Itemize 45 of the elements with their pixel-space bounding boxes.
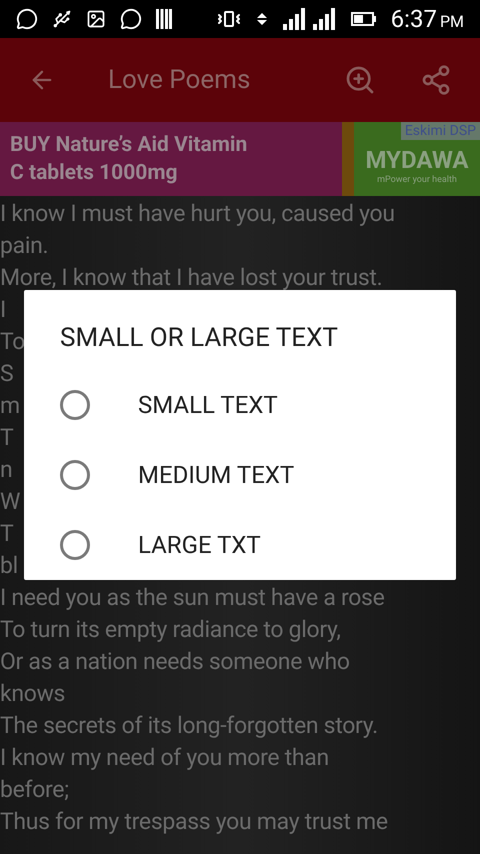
poem-line: n — [0, 455, 12, 485]
radio-button[interactable] — [60, 460, 90, 490]
ad-headline: BUY Nature’s Aid Vitamin — [10, 132, 248, 159]
text-size-option[interactable]: MEDIUM TEXT — [60, 440, 420, 510]
data-arrows-icon — [254, 11, 269, 27]
poem-line: pain. — [0, 231, 48, 261]
battery-icon — [350, 12, 377, 26]
radio-button[interactable] — [60, 530, 90, 560]
toolbar-title: Love Poems — [108, 64, 250, 96]
chat-icon — [120, 8, 142, 30]
poem-line: S — [0, 359, 14, 389]
poem-line: More, I know that I have lost your trust. — [0, 263, 382, 293]
poem-line: Or as a nation needs someone who — [0, 647, 350, 677]
share-button[interactable] — [420, 64, 452, 96]
poem-line: To — [0, 327, 26, 357]
chat-icon — [16, 8, 38, 30]
poem-line: bl — [0, 551, 18, 581]
poem-line: before; — [0, 775, 69, 805]
signal-icon — [282, 8, 307, 30]
poem-line: I know I must have hurt you, caused you — [0, 199, 395, 229]
poem-line: T — [0, 423, 14, 453]
poem-line: Thus for my trespass you may trust me — [0, 807, 388, 837]
usb-icon — [52, 9, 72, 29]
poem-line: I need you as the sun must have a rose — [0, 583, 385, 613]
zoom-in-button[interactable] — [344, 64, 376, 96]
image-icon — [86, 9, 106, 29]
ad-headline: C tablets 1000mg — [10, 160, 179, 187]
ad-tagline: mPower your health — [377, 174, 457, 186]
text-size-option[interactable]: LARGE TXT — [60, 510, 420, 580]
poem-line: knows — [0, 679, 66, 709]
signal-icon — [312, 8, 337, 30]
poem-line: The secrets of its long-forgotten story. — [0, 711, 378, 741]
dialog-title: SMALL OR LARGE TEXT — [60, 322, 339, 355]
bars-icon — [156, 9, 172, 29]
text-size-option[interactable]: SMALL TEXT — [60, 370, 420, 440]
clock-time: 6:37 — [390, 7, 437, 31]
poem-line: I know my need of you more than — [0, 743, 329, 773]
poem-line: To turn its empty radiance to glory, — [0, 615, 341, 645]
poem-line: T — [0, 519, 14, 549]
radio-button[interactable] — [60, 390, 90, 420]
poem-line: I — [0, 295, 6, 325]
poem-line: m — [0, 391, 20, 421]
poem-line: W — [0, 487, 20, 517]
ad-brand: MYDAWA — [365, 146, 469, 174]
clock-period: PM — [440, 14, 464, 30]
